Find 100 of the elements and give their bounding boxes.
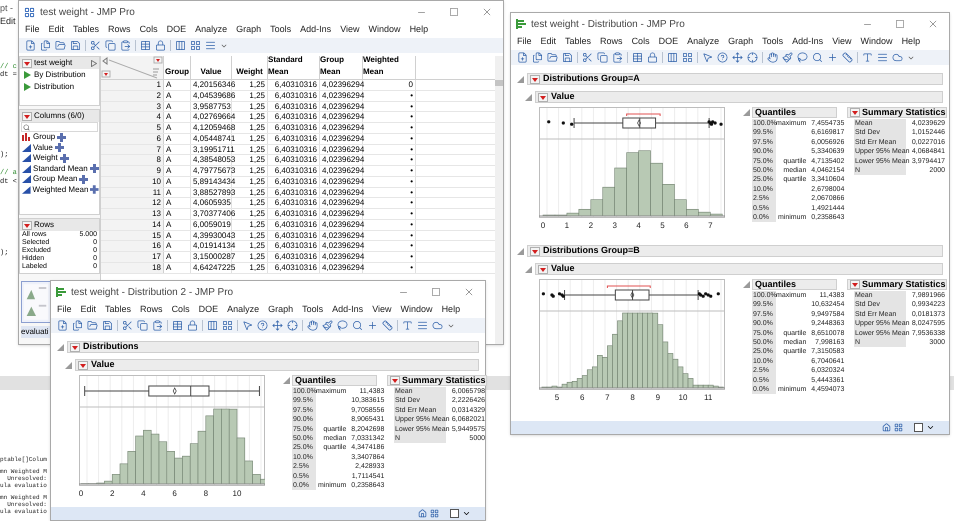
- column-header[interactable]: Weighted Mean: [363, 56, 416, 79]
- disclosure-icon[interactable]: [525, 94, 532, 100]
- corner-drawing[interactable]: [101, 56, 164, 80]
- pointer-icon[interactable]: [702, 52, 713, 63]
- paste-icon[interactable]: [612, 52, 623, 63]
- menu-item[interactable]: Cols: [632, 34, 650, 48]
- menu-item[interactable]: Edit: [48, 22, 64, 36]
- menu-item[interactable]: Window: [368, 22, 401, 36]
- menu-item[interactable]: Cols: [140, 22, 158, 36]
- column-item[interactable]: Group: [33, 131, 56, 144]
- cut-icon[interactable]: [122, 320, 133, 331]
- menu-item[interactable]: Help: [902, 34, 920, 48]
- script-item[interactable]: Distribution: [34, 81, 74, 93]
- menu-item[interactable]: Rows: [600, 34, 623, 48]
- menu-item[interactable]: Tables: [565, 34, 592, 48]
- section-header[interactable]: Distributions: [67, 341, 479, 353]
- column-item[interactable]: Weighted Mean: [32, 184, 88, 196]
- menu-item[interactable]: Tools: [762, 34, 784, 48]
- caret-icon[interactable]: [462, 509, 471, 518]
- help-icon[interactable]: [717, 52, 728, 63]
- column-header[interactable]: Weight: [232, 56, 268, 79]
- search-icon[interactable]: [812, 52, 823, 63]
- section-header[interactable]: Summary Statistics: [847, 107, 947, 118]
- lock-icon[interactable]: [647, 52, 658, 63]
- row-number[interactable]: 15: [101, 230, 164, 240]
- section-header[interactable]: Value: [535, 91, 943, 103]
- menu-item[interactable]: Rows: [108, 22, 131, 36]
- row-number[interactable]: 5: [101, 123, 164, 133]
- cut-icon[interactable]: [582, 52, 593, 63]
- save-icon[interactable]: [102, 320, 113, 331]
- dropdown-menu-icon[interactable]: [538, 264, 548, 274]
- column-header[interactable]: Standard Mean: [268, 56, 320, 79]
- home-icon[interactable]: [882, 423, 891, 432]
- menu-item[interactable]: Tools: [302, 302, 324, 316]
- section-header[interactable]: Value: [535, 263, 943, 275]
- lines-icon[interactable]: [417, 320, 428, 331]
- selection-box[interactable]: [914, 423, 923, 432]
- window-list-icon[interactable]: [894, 423, 903, 432]
- dropdown-menu-icon[interactable]: [530, 74, 540, 84]
- folder-icon[interactable]: [547, 52, 558, 63]
- dropdown-menu-icon[interactable]: [70, 342, 80, 352]
- row-number[interactable]: 13: [101, 209, 164, 219]
- help-icon[interactable]: [257, 320, 268, 331]
- save-icon[interactable]: [562, 52, 573, 63]
- plus-icon[interactable]: [367, 320, 378, 331]
- dropdown-menu-icon[interactable]: [22, 112, 32, 120]
- menu-item[interactable]: Add-Ins: [792, 34, 824, 48]
- plus-icon[interactable]: [54, 143, 64, 152]
- row-number[interactable]: 16: [101, 241, 164, 251]
- close-icon[interactable]: [927, 18, 939, 30]
- plus-icon[interactable]: [90, 185, 99, 194]
- menu-item[interactable]: Edit: [540, 34, 556, 48]
- new-file-icon[interactable]: [517, 52, 528, 63]
- plus-icon[interactable]: [90, 164, 99, 174]
- menu-item[interactable]: Graph: [268, 302, 294, 316]
- window-list-icon[interactable]: [430, 509, 439, 518]
- row-number[interactable]: 8: [101, 155, 164, 165]
- row-number[interactable]: 18: [101, 262, 164, 272]
- hand-icon[interactable]: [767, 52, 778, 63]
- menu-item[interactable]: View: [372, 302, 392, 316]
- row-number[interactable]: 4: [101, 112, 164, 122]
- row-number[interactable]: 3: [101, 102, 164, 112]
- plus-icon[interactable]: [60, 154, 69, 163]
- row-number[interactable]: 11: [101, 188, 164, 198]
- selection-box[interactable]: [450, 509, 459, 518]
- menu-item[interactable]: Tools: [270, 22, 292, 36]
- brush-icon[interactable]: [322, 320, 333, 331]
- column-item[interactable]: Group Mean: [33, 173, 78, 186]
- crosshair-icon[interactable]: [287, 320, 298, 331]
- plus-icon[interactable]: [79, 174, 88, 184]
- menu-item[interactable]: Edit: [80, 302, 96, 316]
- maximize-icon[interactable]: [449, 7, 459, 17]
- copy-icon[interactable]: [105, 40, 116, 51]
- row-number[interactable]: 14: [101, 220, 164, 230]
- section-header[interactable]: Quantiles: [292, 375, 377, 386]
- paste-icon[interactable]: [120, 40, 131, 51]
- section-header[interactable]: Distributions Group=B: [527, 245, 943, 257]
- dropdown-menu-icon[interactable]: [530, 246, 540, 256]
- menu-item[interactable]: Window: [860, 34, 893, 48]
- menu-item[interactable]: Analyze: [227, 302, 260, 316]
- grid-icon[interactable]: [222, 320, 233, 331]
- dropdown-menu-icon[interactable]: [22, 58, 32, 68]
- row-number[interactable]: 1: [101, 80, 164, 90]
- menu-item[interactable]: Graph: [236, 22, 262, 36]
- row-number[interactable]: 10: [101, 176, 164, 186]
- dropdown-menu-icon[interactable]: [538, 92, 548, 102]
- folder-icon[interactable]: [55, 40, 66, 51]
- table-icon[interactable]: [172, 320, 183, 331]
- shape-icon[interactable]: [892, 52, 903, 63]
- lasso-icon[interactable]: [797, 52, 808, 63]
- columns-icon[interactable]: [667, 52, 678, 63]
- text-box-icon[interactable]: [402, 320, 413, 331]
- menu-item[interactable]: Rows: [140, 302, 163, 316]
- menu-item[interactable]: Add-Ins: [300, 22, 332, 36]
- save-icon[interactable]: [70, 40, 81, 51]
- row-number[interactable]: 17: [101, 252, 164, 262]
- columns-icon[interactable]: [175, 40, 186, 51]
- plus-icon[interactable]: [827, 52, 838, 63]
- menu-item[interactable]: DOE: [198, 302, 218, 316]
- section-header[interactable]: Summary Statistics: [847, 279, 947, 290]
